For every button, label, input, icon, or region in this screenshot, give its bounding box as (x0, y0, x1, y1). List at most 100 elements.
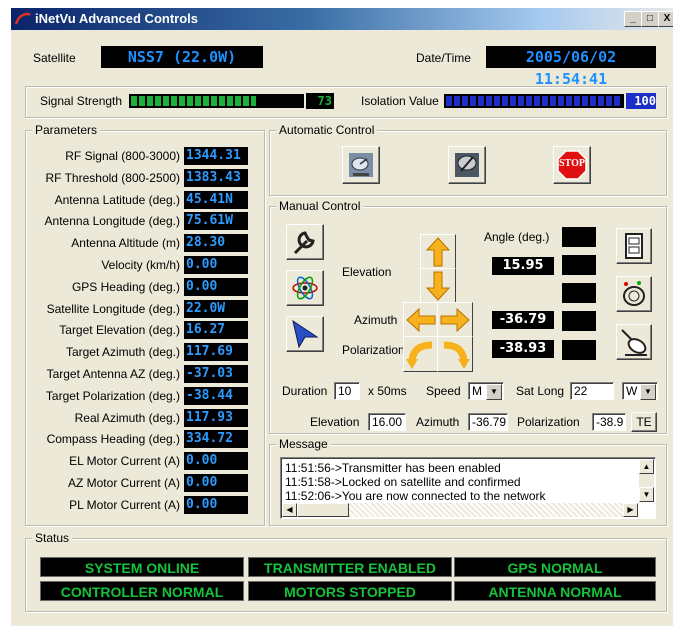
message-log[interactable]: 11:51:56->Transmitter has been enabled 1… (280, 457, 656, 519)
dropdown-arrow-icon[interactable]: ▼ (640, 384, 656, 400)
signal-strength-value: 73 (306, 93, 334, 109)
parameter-label: Antenna Longitude (deg.) (44, 214, 180, 229)
scroll-thumb[interactable] (297, 503, 349, 517)
satellite-display: NSS7 (22.0W) (101, 46, 263, 68)
status-gps: GPS NORMAL (454, 557, 656, 577)
elevation-down-button[interactable] (420, 268, 456, 304)
polarization-ccw-button[interactable] (403, 336, 439, 372)
scroll-down-icon[interactable]: ▼ (639, 487, 654, 502)
isolation-fill (446, 96, 622, 106)
status-system: SYSTEM ONLINE (40, 557, 244, 577)
scroll-up-icon[interactable]: ▲ (639, 459, 654, 474)
atom-button[interactable] (286, 270, 324, 306)
rotate-cw-icon (443, 341, 470, 369)
parameters-group: Parameters RF Signal (800-3000) 1344.31 RF… (25, 123, 265, 526)
signal-strength-bar (129, 94, 304, 108)
sat-long-label: Sat Long (516, 384, 565, 398)
manual-control-title: Manual Control (276, 199, 364, 213)
arrow-right-icon (440, 307, 470, 333)
wrench-button[interactable] (286, 224, 324, 260)
duration-unit-label: x 50ms (368, 384, 407, 398)
parameter-label: GPS Heading (deg.) (71, 279, 180, 294)
dish-scan-icon (623, 281, 645, 306)
dish-stow-button[interactable] (616, 324, 652, 360)
duration-label: Duration (282, 384, 328, 398)
polarization-angle-display: -38.93 (492, 340, 554, 358)
stop-sign-label: STOP (559, 158, 585, 169)
status-transmitter: TRANSMITTER ENABLED (248, 557, 452, 577)
scroll-left-icon[interactable]: ◀ (282, 503, 297, 517)
target-polarization-label: Polarization (517, 415, 580, 429)
sat-long-input[interactable]: 22 (570, 382, 614, 400)
parameter-value: 0.00 (184, 256, 248, 274)
sat-long-direction-value: W (626, 384, 638, 398)
speed-label: Speed (426, 384, 461, 398)
parameter-value: 22.0W (184, 299, 248, 318)
parameter-value: 45.41N (184, 190, 248, 209)
arrow-left-icon (406, 307, 436, 333)
target-elevation-input[interactable]: 16.00 (368, 413, 406, 431)
app-window: iNetVu Advanced Controls _ □ X Satellite… (10, 8, 673, 626)
stop-button[interactable]: STOP (553, 146, 591, 184)
target-azimuth-input[interactable]: -36.79 (468, 413, 508, 431)
cursor-arrow-icon (292, 319, 319, 349)
automatic-control-group: Automatic Control STOP (269, 123, 667, 196)
arrow-down-icon (425, 271, 451, 301)
azimuth-left-button[interactable] (403, 302, 439, 338)
pointer-button[interactable] (286, 316, 324, 352)
auto-stow-button[interactable] (448, 146, 486, 184)
polarization-cw-button[interactable] (437, 336, 473, 372)
minimize-button[interactable]: _ (624, 11, 642, 27)
parameter-value: 117.93 (184, 408, 248, 427)
elevation-up-button[interactable] (420, 234, 456, 270)
parameter-label: Antenna Altitude (m) (71, 236, 180, 251)
duration-input[interactable]: 10 (334, 382, 360, 400)
close-button[interactable]: X (658, 11, 673, 27)
indicator-box (562, 255, 596, 275)
message-lines: 11:51:56->Transmitter has been enabled 1… (285, 461, 637, 503)
parameter-value: -37.03 (184, 365, 248, 383)
message-group: Message 11:51:56->Transmitter has been e… (269, 437, 667, 526)
signal-strength-fill (131, 96, 256, 106)
target-polarization-input[interactable]: -38.9 (592, 413, 626, 431)
parameter-value: 334.72 (184, 430, 248, 449)
parameter-label: Velocity (km/h) (101, 258, 180, 272)
parameter-label: Target Antenna AZ (deg.) (46, 367, 180, 381)
satellite-dish-icon (349, 153, 373, 177)
azimuth-label: Azimuth (354, 313, 398, 327)
parameter-value: 75.61W (184, 212, 248, 231)
parameter-value: 1344.31 (184, 147, 248, 165)
title-bar[interactable]: iNetVu Advanced Controls _ □ X (11, 8, 673, 30)
parameter-label: Compass Heading (deg.) (46, 432, 180, 447)
panel-button[interactable] (616, 228, 652, 264)
satellite-label: Satellite (33, 51, 76, 65)
indicator-box (562, 340, 596, 360)
parameter-label: AZ Motor Current (A) (67, 476, 180, 490)
status-group: Status SYSTEM ONLINE TRANSMITTER ENABLED… (25, 531, 667, 612)
speed-select[interactable]: M ▼ (468, 382, 504, 400)
te-button[interactable]: TE (631, 412, 657, 432)
signal-strength-label: Signal Strength (40, 94, 123, 108)
horizontal-scrollbar[interactable]: ◀ ▶ (282, 503, 638, 517)
sat-long-direction-select[interactable]: W ▼ (622, 382, 658, 400)
vertical-scrollbar[interactable]: ▲ ▼ (639, 459, 654, 502)
indicator-box (562, 227, 596, 247)
window-title: iNetVu Advanced Controls (35, 11, 199, 26)
message-line: 11:52:06->You are now connected to the n… (285, 489, 546, 503)
dish-scan-button[interactable] (616, 276, 652, 312)
parameter-label: Real Azimuth (deg.) (74, 410, 180, 425)
parameter-label: RF Threshold (800-2500) (45, 170, 180, 185)
azimuth-right-button[interactable] (437, 302, 473, 338)
status-motors: MOTORS STOPPED (248, 581, 452, 601)
isolation-label: Isolation Value (361, 94, 439, 108)
scroll-right-icon[interactable]: ▶ (623, 503, 638, 517)
parameter-value: 117.69 (184, 343, 248, 362)
atom-icon (292, 276, 318, 300)
message-line: 11:51:56->Transmitter has been enabled (285, 461, 501, 475)
maximize-button[interactable]: □ (641, 11, 659, 27)
auto-deploy-button[interactable] (342, 146, 380, 184)
parameter-value: 16.27 (184, 321, 248, 340)
cabinet-icon (625, 233, 643, 259)
dropdown-arrow-icon[interactable]: ▼ (486, 384, 502, 400)
indicator-box (562, 311, 596, 331)
